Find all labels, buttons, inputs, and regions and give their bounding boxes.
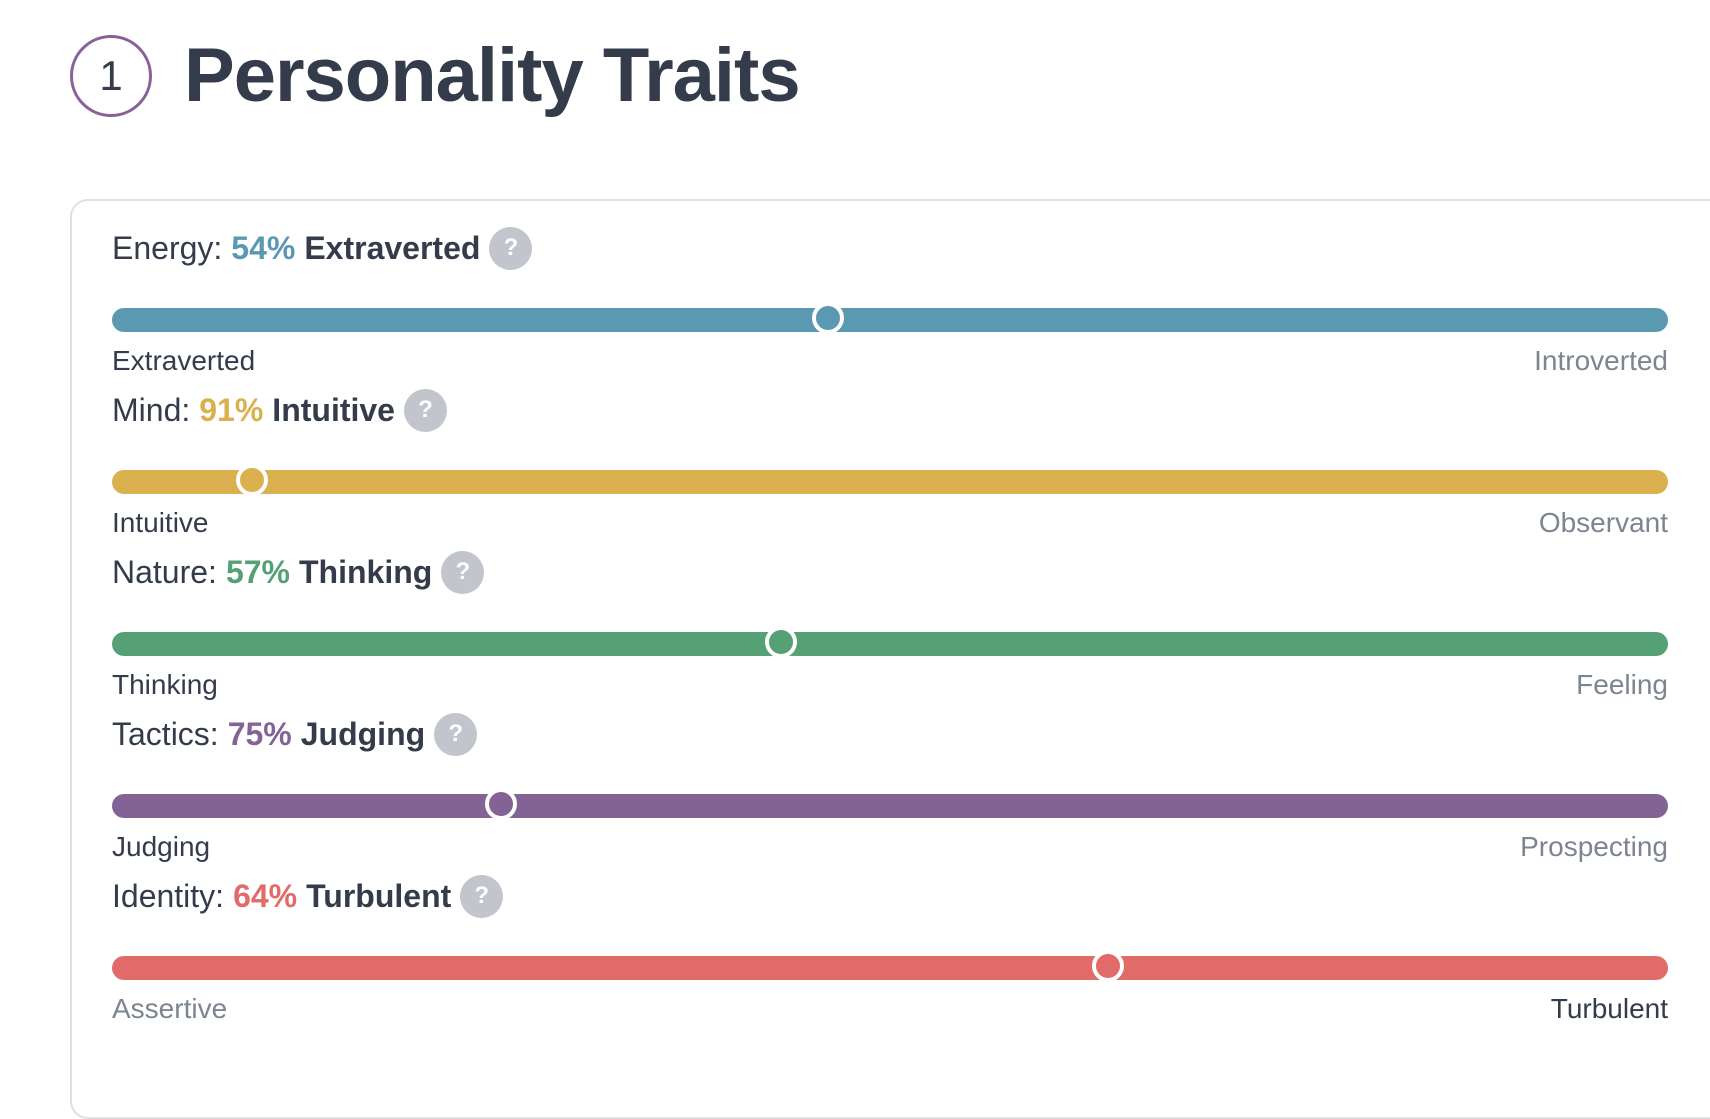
trait-name: Identity:: [112, 877, 225, 914]
trait-slider-knob[interactable]: [811, 302, 844, 334]
help-icon[interactable]: ?: [403, 388, 447, 432]
trait-slider-knob[interactable]: [1091, 950, 1124, 982]
trait-dominant-side: Extraverted: [304, 229, 481, 266]
left-pole-label: Thinking: [112, 669, 218, 700]
trait-slider-bar: [112, 464, 1668, 496]
step-number-badge: 1: [70, 34, 152, 117]
trait-slider-knob[interactable]: [236, 464, 269, 496]
trait-dominant-side: Turbulent: [306, 877, 452, 914]
trait-slider-bar: [112, 626, 1668, 658]
page-title: Personality Traits: [184, 33, 801, 118]
trait-name: Mind:: [112, 391, 191, 428]
right-pole-label: Feeling: [1576, 669, 1668, 700]
trait-slider-bar: [112, 788, 1668, 820]
trait-mind: Mind: 91% Intuitive ? Intuitive Observan…: [112, 387, 1668, 538]
right-pole-label: Observant: [1538, 507, 1668, 538]
right-pole-label: Turbulent: [1550, 993, 1668, 1024]
trait-name: Nature:: [112, 553, 217, 590]
section-header: 1 Personality Traits: [70, 32, 801, 119]
trait-percent: 64%: [233, 877, 298, 914]
trait-percent: 91%: [199, 391, 264, 428]
trait-percent: 57%: [225, 553, 290, 590]
help-icon[interactable]: ?: [489, 226, 533, 270]
left-pole-label: Intuitive: [112, 507, 209, 538]
left-pole-label: Extraverted: [112, 345, 256, 376]
trait-dominant-side: Thinking: [298, 553, 433, 590]
trait-percent: 54%: [231, 229, 296, 266]
trait-nature: Nature: 57% Thinking ? Thinking Feeling: [112, 549, 1668, 700]
help-icon[interactable]: ?: [460, 874, 504, 918]
trait-identity: Identity: 64% Turbulent ? Assertive Turb…: [112, 873, 1668, 1024]
traits-card: Energy: 54% Extraverted ? Extraverted In…: [70, 199, 1710, 1119]
trait-heading: Identity: 64% Turbulent ?: [112, 873, 504, 919]
trait-dominant-side: Intuitive: [272, 391, 395, 428]
trait-tactics: Tactics: 75% Judging ? Judging Prospecti…: [112, 711, 1668, 862]
trait-name: Tactics:: [112, 715, 219, 752]
right-pole-label: Introverted: [1534, 345, 1668, 376]
trait-heading: Nature: 57% Thinking ?: [112, 549, 485, 595]
trait-heading: Mind: 91% Intuitive ?: [112, 387, 447, 433]
left-pole-label: Assertive: [112, 993, 228, 1024]
help-icon[interactable]: ?: [434, 712, 478, 756]
trait-slider-knob[interactable]: [485, 788, 517, 820]
trait-slider-bar: [112, 302, 1668, 334]
trait-percent: 75%: [227, 715, 292, 752]
trait-slider-knob[interactable]: [765, 626, 798, 658]
trait-heading: Tactics: 75% Judging ?: [112, 711, 478, 757]
left-pole-label: Judging: [112, 831, 211, 862]
trait-energy: Energy: 54% Extraverted ? Extraverted In…: [112, 225, 1668, 376]
trait-heading: Energy: 54% Extraverted ?: [112, 225, 533, 271]
trait-slider-bar: [112, 950, 1668, 982]
right-pole-label: Prospecting: [1520, 831, 1668, 862]
trait-dominant-side: Judging: [300, 715, 426, 752]
trait-name: Energy:: [112, 229, 223, 266]
help-icon[interactable]: ?: [441, 550, 485, 594]
